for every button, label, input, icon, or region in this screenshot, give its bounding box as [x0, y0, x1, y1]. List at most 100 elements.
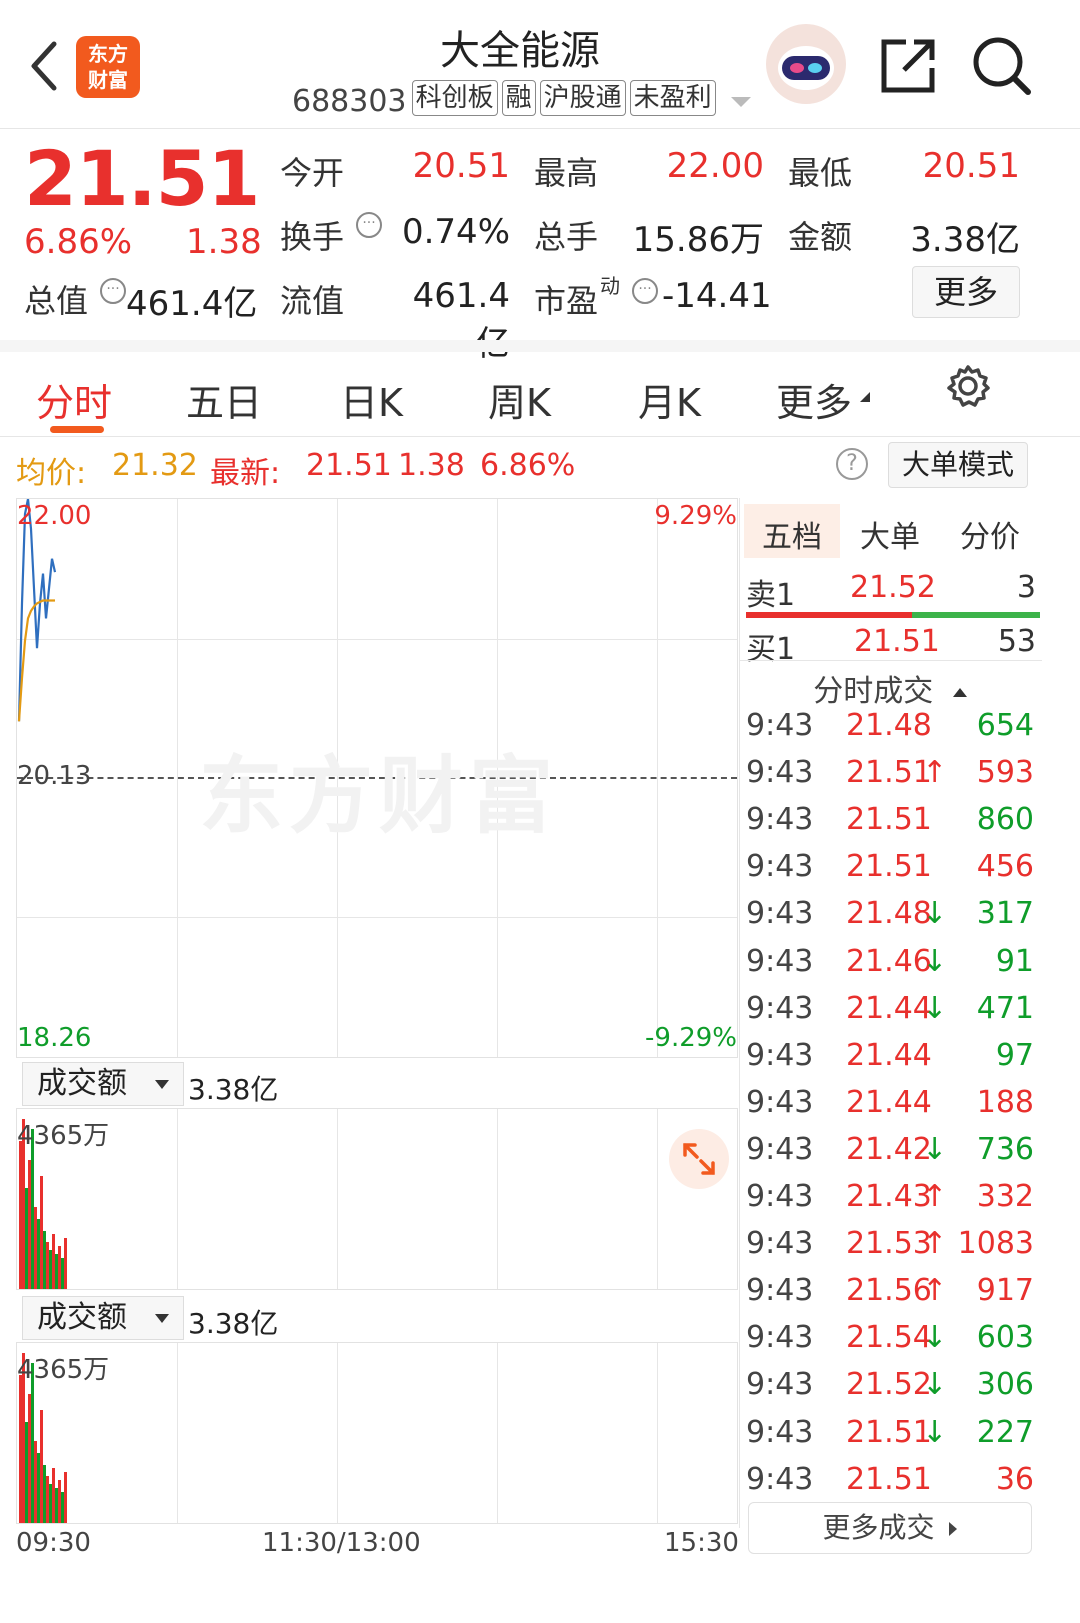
help-icon[interactable]: ?: [836, 448, 868, 480]
tick-row[interactable]: 9:43 21.46 ↓ 91: [746, 944, 1034, 992]
tick-qty: 860: [976, 802, 1034, 838]
big-order-mode-label: 大单模式: [901, 448, 1014, 481]
tab-monthly-k[interactable]: 月K: [638, 372, 701, 427]
turnover-info-icon[interactable]: ···: [356, 212, 382, 238]
settings-gear-icon[interactable]: [946, 364, 990, 408]
tick-row[interactable]: 9:43 21.53 ↑ 1083: [746, 1226, 1034, 1274]
tick-qty: 1083: [957, 1226, 1034, 1262]
tick-row[interactable]: 9:43 21.42 ↓ 736: [746, 1132, 1034, 1180]
tick-time: 9:43: [746, 1084, 814, 1120]
share-icon[interactable]: [878, 36, 938, 96]
orderbook-divider: [740, 660, 1042, 661]
tick-row[interactable]: 9:43 21.48 654: [746, 708, 1034, 756]
tick-row[interactable]: 9:43 21.44 ↓ 471: [746, 991, 1034, 1039]
tick-price: 21.53: [846, 1226, 932, 1262]
tick-time: 9:43: [746, 1037, 814, 1073]
avg-price-label: 均价:: [16, 456, 87, 491]
pe-superscript: 动: [600, 274, 620, 298]
arrow-down-icon: ↓: [922, 1320, 948, 1356]
total-value: 461.4亿: [126, 284, 258, 324]
high-value: 22.00: [666, 146, 764, 186]
volume-indicator-selector[interactable]: 成交额: [22, 1062, 184, 1106]
price-lines: [17, 499, 57, 722]
expand-icon[interactable]: [669, 1129, 729, 1189]
tick-row[interactable]: 9:43 21.43 ↑ 332: [746, 1179, 1034, 1227]
tick-row[interactable]: 9:43 21.52 ↓ 306: [746, 1367, 1034, 1415]
caret-down-icon: [155, 1314, 169, 1323]
y-axis-mid: 20.13: [17, 761, 92, 791]
volume-indicator-selector-2[interactable]: 成交额: [22, 1296, 184, 1340]
tick-row[interactable]: 9:43 21.51 860: [746, 802, 1034, 850]
tab-daily-k[interactable]: 日K: [340, 372, 403, 427]
last-price: 21.51: [24, 134, 260, 223]
avg-price-value: 21.32: [112, 448, 198, 483]
tab-weekly-k[interactable]: 周K: [488, 372, 551, 427]
low-label: 最低: [788, 154, 853, 192]
orderbook-tab-five-level[interactable]: 五档: [762, 512, 822, 556]
arrow-up-icon: ↑: [922, 1179, 948, 1214]
x-axis-end: 15:30: [664, 1528, 739, 1558]
volume-max-label: 4365万: [17, 1355, 110, 1385]
buy-1-row[interactable]: 买1 21.51 53: [746, 624, 1036, 672]
pe-value: -14.41: [662, 276, 772, 316]
tick-price: 21.54: [846, 1320, 932, 1356]
orderbook-tab-price-dist[interactable]: 分价: [960, 512, 1020, 556]
volume-total-2: 3.38亿: [188, 1307, 279, 1340]
tick-row[interactable]: 9:43 21.51 456: [746, 849, 1034, 897]
caret-up-icon: [952, 688, 967, 697]
robot-assistant-icon[interactable]: [766, 24, 846, 104]
buy-1-qty: 53: [997, 624, 1036, 659]
more-trades-label: 更多成交: [822, 1511, 935, 1544]
arrow-up-icon: ↑: [922, 1226, 948, 1262]
pe-info-icon[interactable]: ···: [632, 278, 658, 304]
more-quote-button[interactable]: 更多: [912, 266, 1020, 318]
app-header: 东方财富 大全能源 688303 科创板融沪股通 未盈利: [0, 0, 1080, 129]
volume-bars: [17, 1109, 737, 1289]
big-order-mode-button[interactable]: 大单模式: [888, 442, 1028, 488]
tick-time: 9:43: [746, 1414, 814, 1450]
tick-qty: 603: [976, 1320, 1034, 1356]
more-trades-button[interactable]: 更多成交: [748, 1502, 1032, 1554]
y-axis-bottom: 18.26: [17, 1023, 92, 1053]
tick-row[interactable]: 9:43 21.56 ↑ 917: [746, 1273, 1034, 1321]
tick-row[interactable]: 9:43 21.54 ↓ 603: [746, 1320, 1034, 1368]
tick-qty: 36: [995, 1461, 1034, 1497]
tick-qty: 91: [995, 943, 1034, 979]
tick-row[interactable]: 9:43 21.44 97: [746, 1038, 1034, 1086]
tab-intraday[interactable]: 分时: [36, 372, 112, 427]
arrow-down-icon: ↓: [922, 896, 948, 932]
search-icon[interactable]: [970, 34, 1032, 96]
change-percent: 6.86%: [24, 222, 133, 262]
tab-more[interactable]: 更多: [776, 372, 852, 427]
tick-price: 21.44: [846, 990, 932, 1026]
volume-chart[interactable]: 4365万: [16, 1108, 738, 1290]
more-quote-label: 更多: [933, 273, 998, 311]
volume-chart-2[interactable]: 4365万: [16, 1342, 738, 1524]
high-label: 最高: [534, 154, 599, 192]
ticks-header[interactable]: 分时成交: [740, 666, 1040, 710]
stock-meta[interactable]: 688303 科创板融沪股通 未盈利: [292, 80, 751, 120]
tick-time: 9:43: [746, 802, 814, 838]
tick-qty: 97: [995, 1037, 1034, 1073]
tick-price: 21.51: [846, 1414, 932, 1450]
tick-price: 21.48: [846, 896, 932, 932]
total-value-info-icon[interactable]: ···: [100, 278, 126, 304]
tick-time: 9:43: [746, 1320, 814, 1356]
tag-kechuang: 科创板: [411, 80, 498, 116]
arrow-down-icon: ↓: [922, 1414, 948, 1450]
tick-row[interactable]: 9:43 21.44 188: [746, 1085, 1034, 1133]
caret-down-icon: [730, 96, 751, 107]
tab-five-day[interactable]: 五日: [186, 372, 262, 427]
orderbook-tab-big-order[interactable]: 大单: [860, 512, 920, 556]
intraday-price-chart[interactable]: 东方财富 22.00 20.13 18.26 9.29% -9.29%: [16, 498, 738, 1058]
bid-ask-ratio-bar-sell: [746, 612, 912, 618]
tick-row[interactable]: 9:43 21.48 ↓ 317: [746, 896, 1034, 944]
tick-row[interactable]: 9:43 21.51 ↑ 593: [746, 755, 1034, 803]
sell-1-row[interactable]: 卖1 21.52 3: [746, 570, 1036, 618]
tick-row[interactable]: 9:43 21.51 ↓ 227: [746, 1415, 1034, 1463]
latest-price: 21.51: [306, 448, 392, 483]
volume-bar: [64, 1472, 67, 1523]
latest-percent: 6.86%: [480, 448, 576, 483]
tick-time: 9:43: [746, 849, 814, 885]
help-icon-glyph: ?: [846, 451, 858, 476]
